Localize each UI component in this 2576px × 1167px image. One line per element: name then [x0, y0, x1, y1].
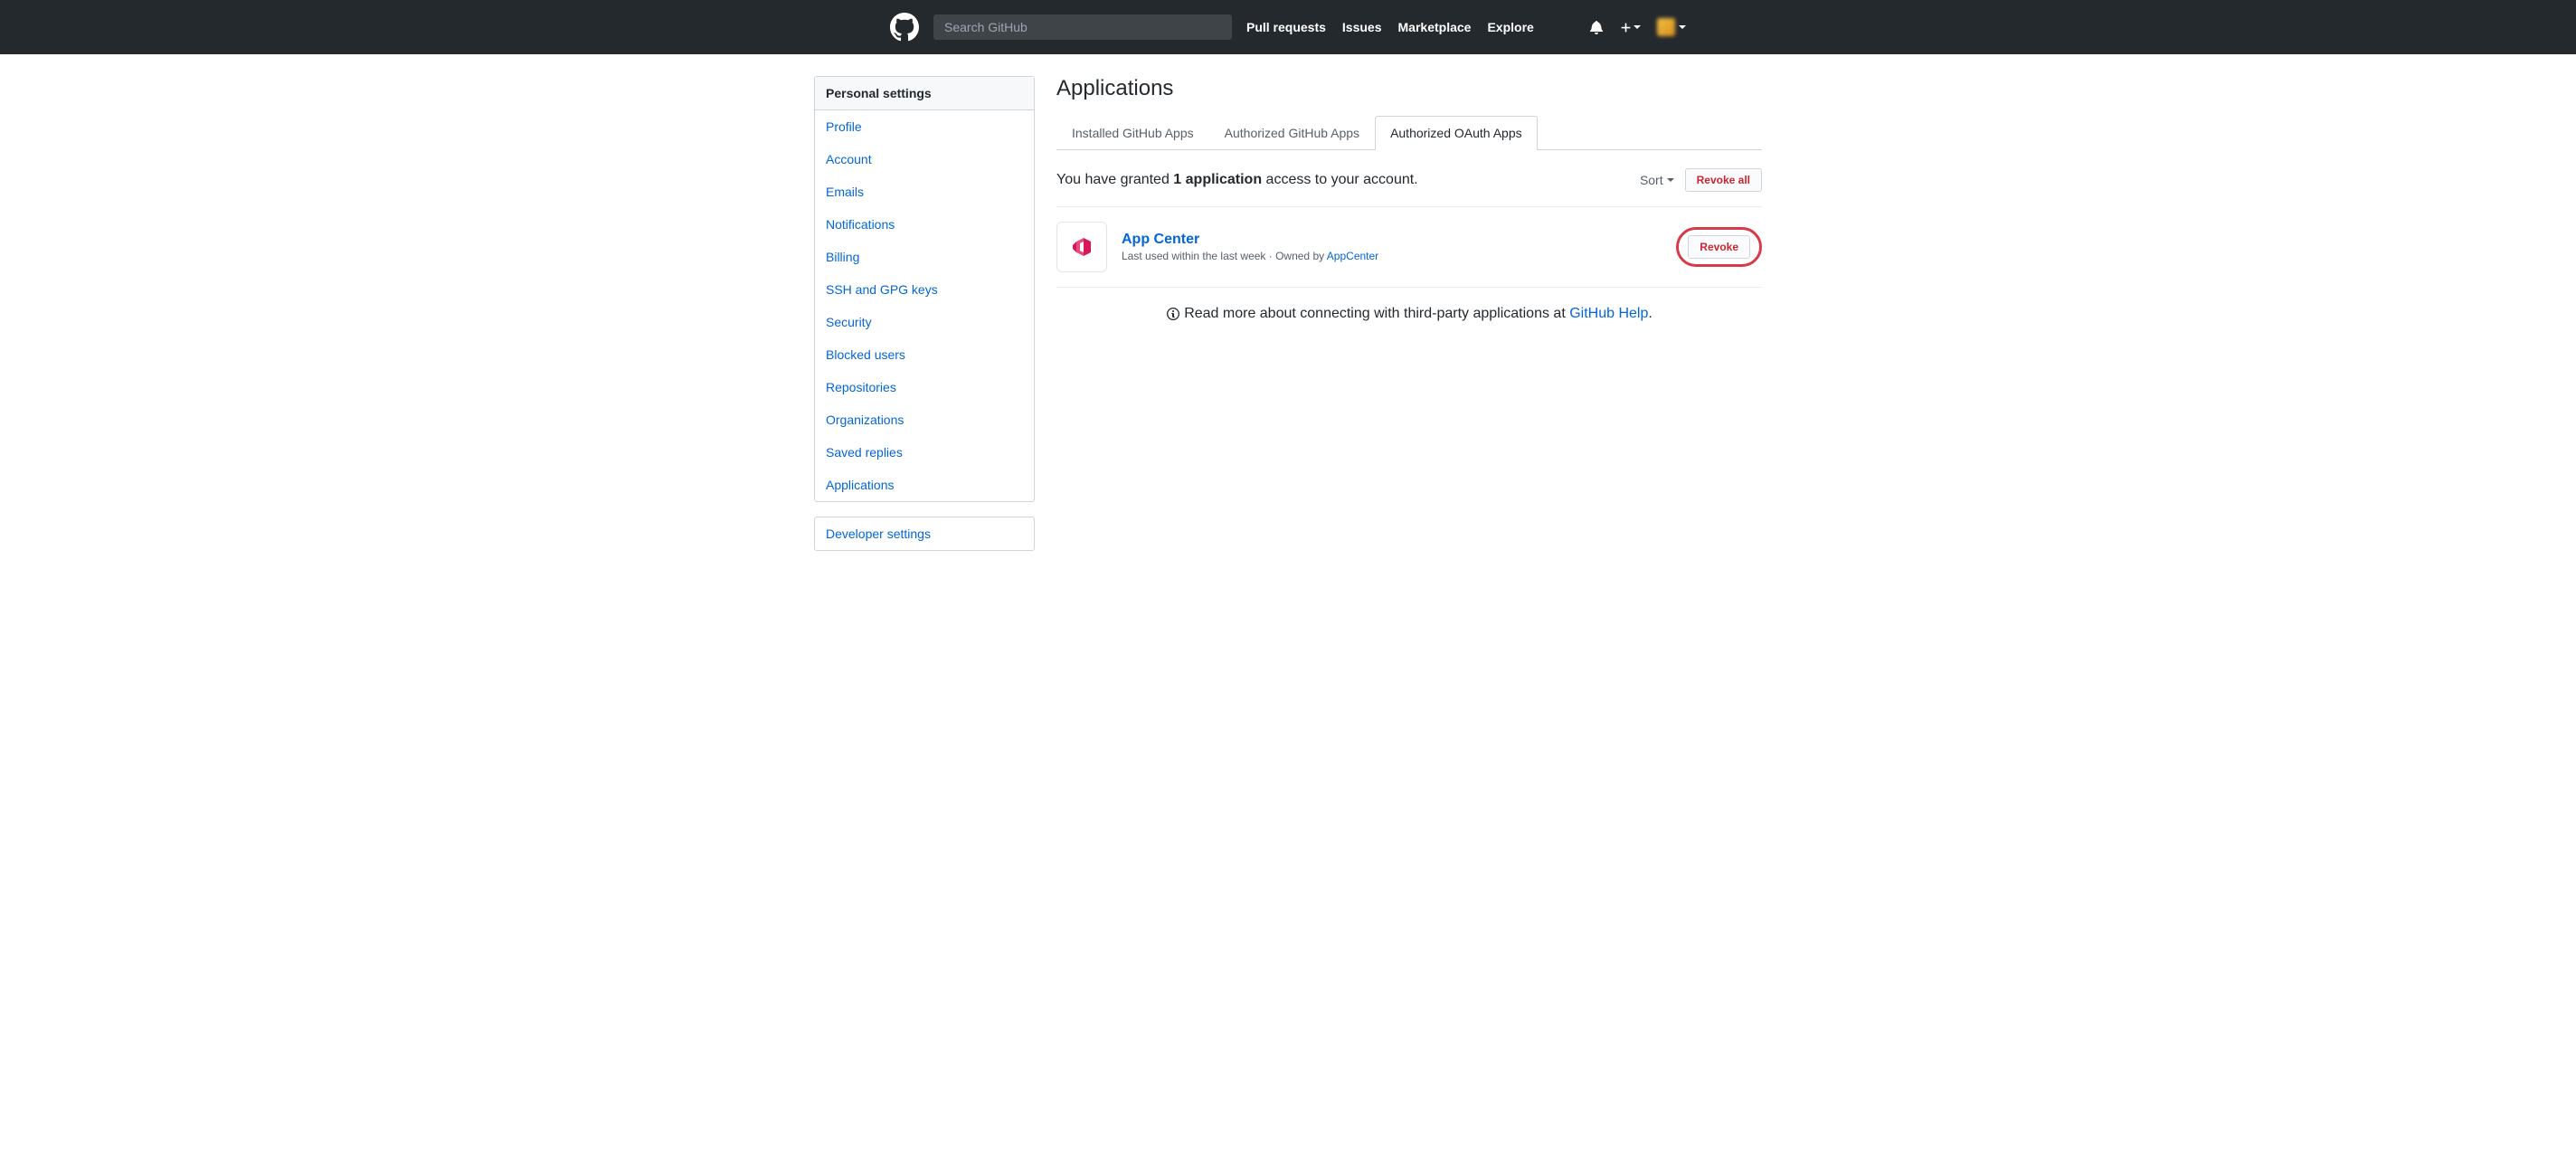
sort-label: Sort — [1640, 173, 1663, 187]
toolbar: You have granted 1 application access to… — [1056, 168, 1762, 207]
sidebar-heading: Personal settings — [815, 77, 1034, 110]
nav-pull-requests[interactable]: Pull requests — [1246, 20, 1326, 34]
sidebar-item-repositories[interactable]: Repositories — [815, 371, 1034, 403]
primary-nav: Pull requests Issues Marketplace Explore — [1246, 20, 1534, 34]
sidebar-item-developer-settings[interactable]: Developer settings — [815, 517, 1034, 550]
tab-installed-github-apps[interactable]: Installed GitHub Apps — [1056, 116, 1209, 149]
page-title: Applications — [1056, 76, 1762, 101]
grant-count: 1 application — [1173, 172, 1262, 187]
sidebar-item-ssh-gpg[interactable]: SSH and GPG keys — [815, 273, 1034, 306]
grant-summary: You have granted 1 application access to… — [1056, 172, 1418, 188]
nav-marketplace[interactable]: Marketplace — [1398, 20, 1472, 34]
nav-explore[interactable]: Explore — [1487, 20, 1533, 34]
app-icon — [1056, 222, 1107, 272]
sidebar-item-billing[interactable]: Billing — [815, 241, 1034, 273]
app-meta-prefix: Last used within the last week · Owned b… — [1122, 250, 1327, 262]
sort-dropdown[interactable]: Sort — [1640, 173, 1674, 187]
footer-note: Read more about connecting with third-pa… — [1056, 288, 1762, 340]
app-owner-link[interactable]: AppCenter — [1327, 250, 1378, 262]
caret-down-icon — [1634, 25, 1641, 29]
sidebar-item-blocked-users[interactable]: Blocked users — [815, 338, 1034, 371]
sidebar-item-notifications[interactable]: Notifications — [815, 208, 1034, 241]
tab-authorized-oauth-apps[interactable]: Authorized OAuth Apps — [1375, 116, 1538, 150]
info-icon — [1166, 307, 1180, 321]
settings-sidebar: Personal settings Profile Account Emails… — [814, 76, 1035, 565]
revoke-highlight-annotation: Revoke — [1676, 227, 1762, 267]
sidebar-item-profile[interactable]: Profile — [815, 110, 1034, 143]
tab-authorized-github-apps[interactable]: Authorized GitHub Apps — [1209, 116, 1375, 149]
sidebar-item-account[interactable]: Account — [815, 143, 1034, 176]
notifications-icon[interactable] — [1589, 20, 1604, 34]
github-logo[interactable] — [890, 13, 919, 42]
grant-suffix: access to your account. — [1262, 172, 1418, 187]
global-header: Pull requests Issues Marketplace Explore — [0, 0, 2576, 54]
footer-text: Read more about connecting with third-pa… — [1184, 306, 1569, 321]
app-name-link[interactable]: App Center — [1122, 232, 1199, 247]
user-avatar — [1657, 18, 1675, 36]
revoke-all-button[interactable]: Revoke all — [1685, 168, 1762, 192]
nav-issues[interactable]: Issues — [1342, 20, 1382, 34]
app-meta: Last used within the last week · Owned b… — [1122, 250, 1662, 262]
caret-down-icon — [1679, 25, 1686, 29]
github-help-link[interactable]: GitHub Help — [1569, 306, 1648, 321]
search-input[interactable] — [933, 14, 1232, 40]
main-content: Applications Installed GitHub Apps Autho… — [1056, 76, 1762, 565]
user-menu[interactable] — [1657, 18, 1686, 36]
caret-down-icon — [1667, 178, 1674, 182]
grant-prefix: You have granted — [1056, 172, 1173, 187]
appcenter-logo-icon — [1067, 232, 1096, 261]
sidebar-item-applications[interactable]: Applications — [815, 469, 1034, 501]
footer-suffix: . — [1648, 306, 1652, 321]
tab-nav: Installed GitHub Apps Authorized GitHub … — [1056, 116, 1762, 150]
sidebar-item-emails[interactable]: Emails — [815, 176, 1034, 208]
sidebar-item-organizations[interactable]: Organizations — [815, 403, 1034, 436]
oauth-app-row: App Center Last used within the last wee… — [1056, 207, 1762, 288]
sidebar-item-security[interactable]: Security — [815, 306, 1034, 338]
oauth-app-list: App Center Last used within the last wee… — [1056, 207, 1762, 288]
sidebar-item-saved-replies[interactable]: Saved replies — [815, 436, 1034, 469]
revoke-button[interactable]: Revoke — [1688, 235, 1750, 259]
create-new-dropdown[interactable] — [1620, 22, 1641, 33]
